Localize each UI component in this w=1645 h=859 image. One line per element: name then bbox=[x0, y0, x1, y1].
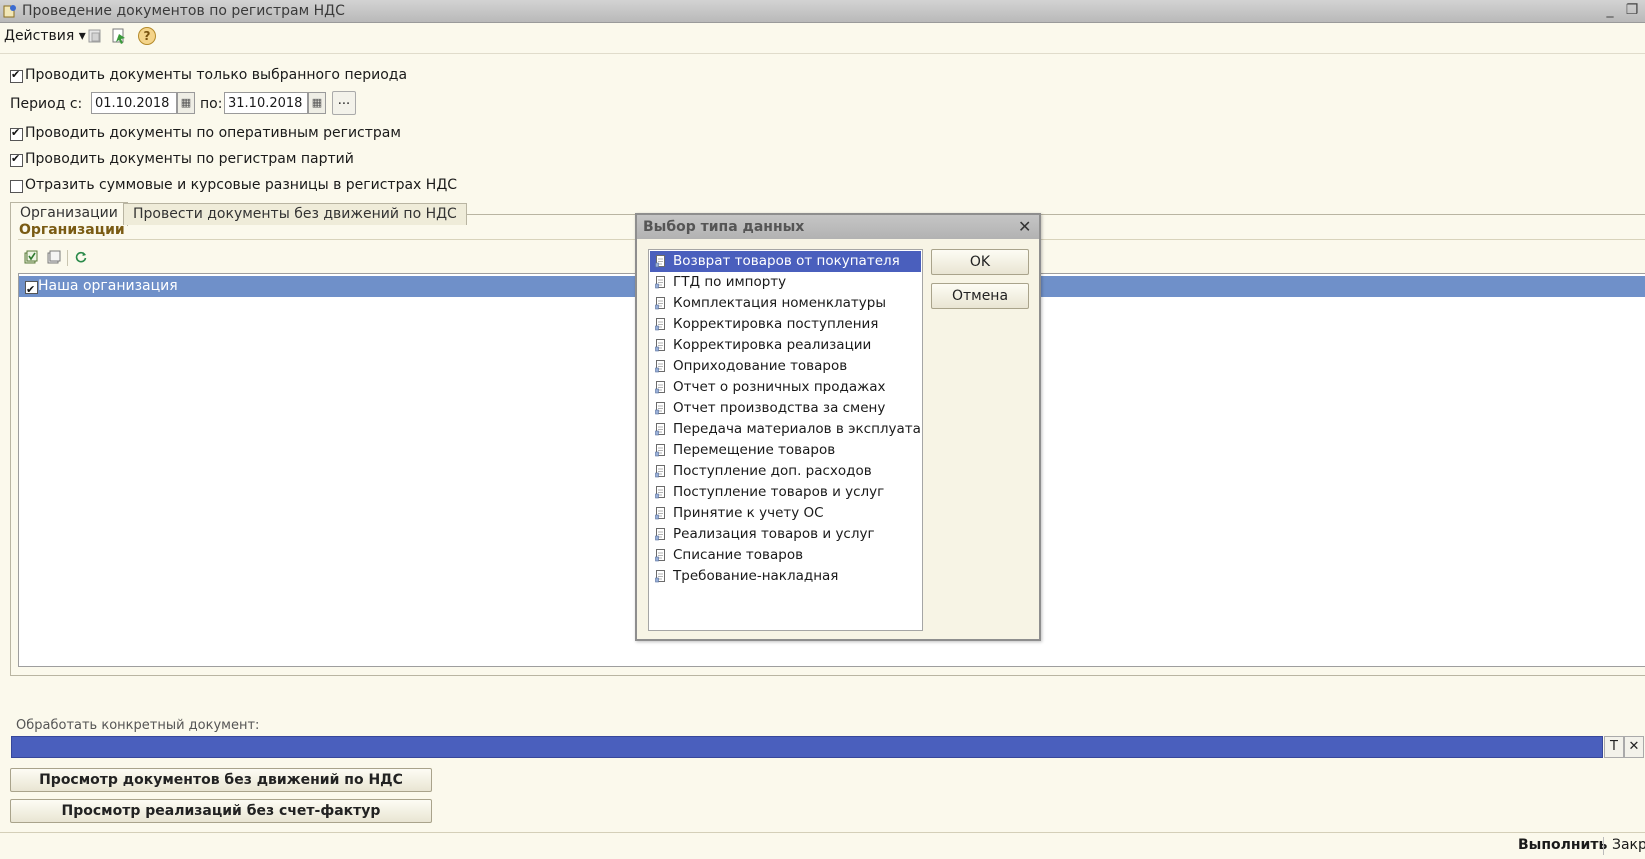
toolbar-separator bbox=[67, 250, 68, 266]
document-icon bbox=[655, 548, 667, 562]
document-label: Обработать конкретный документ: bbox=[16, 718, 260, 733]
title-bar: Проведение документов по регистрам НДС _… bbox=[0, 0, 1645, 23]
calendar-from-icon[interactable]: ▦ bbox=[177, 92, 195, 114]
document-icon bbox=[655, 464, 667, 478]
list-item[interactable]: Передача материалов в эксплуата... bbox=[650, 419, 921, 440]
section-title: Организации bbox=[19, 222, 125, 238]
list-item[interactable]: Комплектация номенклатуры bbox=[650, 293, 921, 314]
type-select-button[interactable]: T bbox=[1604, 736, 1624, 758]
actions-menu-label: Действия bbox=[4, 28, 75, 44]
period-to-label: по: bbox=[200, 96, 223, 112]
parties-label: Проводить документы по регистрам партий bbox=[25, 151, 354, 167]
list-item-label: Корректировка реализации bbox=[673, 337, 872, 353]
data-type-list[interactable]: Возврат товаров от покупателя ГТД по импо… bbox=[648, 249, 923, 631]
actions-menu[interactable]: Действия ▾ bbox=[4, 28, 86, 44]
list-item[interactable]: Оприходование товаров bbox=[650, 356, 921, 377]
list-item[interactable]: Поступление товаров и услуг bbox=[650, 482, 921, 503]
document-icon bbox=[655, 443, 667, 457]
dialog-title: Выбор типа данных bbox=[643, 219, 805, 235]
list-item-label: Требование-накладная bbox=[673, 568, 839, 584]
data-type-dialog: Выбор типа данных ✕ Возврат товаров от п… bbox=[635, 213, 1041, 641]
list-item-label: Списание товаров bbox=[673, 547, 804, 563]
uncheck-all-icon[interactable] bbox=[47, 250, 61, 264]
view-no-moves-button[interactable]: Просмотр документов без движений по НДС bbox=[10, 768, 432, 792]
list-item[interactable]: Принятие к учету ОС bbox=[650, 503, 921, 524]
document-icon bbox=[655, 401, 667, 415]
list-item[interactable]: ГТД по импорту bbox=[650, 272, 921, 293]
document-icon bbox=[655, 422, 667, 436]
document-icon bbox=[655, 485, 667, 499]
list-item[interactable]: Отчет производства за смену bbox=[650, 398, 921, 419]
clear-button[interactable]: ✕ bbox=[1624, 736, 1644, 758]
list-item[interactable]: Реализация товаров и услуг bbox=[650, 524, 921, 545]
view-no-invoice-button[interactable]: Просмотр реализаций без счет-фактур bbox=[10, 799, 432, 823]
list-item[interactable]: Перемещение товаров bbox=[650, 440, 921, 461]
list-item-label: Отчет о розничных продажах bbox=[673, 379, 886, 395]
list-item-label: Комплектация номенклатуры bbox=[673, 295, 886, 311]
document-icon bbox=[655, 569, 667, 583]
document-field[interactable] bbox=[11, 736, 1603, 758]
window-title: Проведение документов по регистрам НДС bbox=[22, 3, 345, 19]
command-bar: Действия ▾ ? bbox=[0, 23, 1645, 54]
list-item-label: Передача материалов в эксплуата... bbox=[673, 421, 921, 437]
parties-checkbox[interactable] bbox=[10, 152, 23, 167]
close-button[interactable]: Закр bbox=[1612, 837, 1645, 853]
cancel-button[interactable]: Отмена bbox=[931, 283, 1029, 309]
list-item[interactable]: Возврат товаров от покупателя bbox=[650, 251, 921, 272]
list-item-label: ГТД по импорту bbox=[673, 274, 787, 290]
tab-no-moves[interactable]: Провести документы без движений по НДС bbox=[123, 203, 467, 225]
print-icon[interactable] bbox=[86, 27, 104, 45]
diffs-label: Отразить суммовые и курсовые разницы в р… bbox=[25, 177, 458, 193]
list-item-label: Отчет производства за смену bbox=[673, 400, 886, 416]
execute-button[interactable]: Выполнить bbox=[1518, 837, 1607, 853]
only-period-checkbox[interactable] bbox=[10, 68, 23, 83]
document-icon bbox=[655, 338, 667, 352]
dialog-close-icon[interactable]: ✕ bbox=[1018, 217, 1031, 236]
only-period-label: Проводить документы только выбранного пе… bbox=[25, 67, 408, 83]
document-icon bbox=[655, 275, 667, 289]
operative-label: Проводить документы по оперативным регис… bbox=[25, 125, 401, 141]
check-all-icon[interactable] bbox=[24, 250, 38, 264]
minimize-icon[interactable]: _ bbox=[1602, 2, 1618, 18]
document-icon bbox=[655, 296, 667, 310]
footer-separator bbox=[1603, 837, 1604, 855]
period-from-label: Период с: bbox=[10, 96, 83, 112]
list-item[interactable]: Отчет о розничных продажах bbox=[650, 377, 921, 398]
document-icon bbox=[655, 506, 667, 520]
list-item[interactable]: Требование-накладная bbox=[650, 566, 921, 587]
list-item-label: Перемещение товаров bbox=[673, 442, 836, 458]
calendar-to-icon[interactable]: ▦ bbox=[308, 92, 326, 114]
list-item-label: Принятие к учету ОС bbox=[673, 505, 824, 521]
list-item-label: Корректировка поступления bbox=[673, 316, 879, 332]
period-from-field[interactable]: 01.10.2018 bbox=[91, 92, 177, 114]
list-item[interactable]: Корректировка реализации bbox=[650, 335, 921, 356]
document-icon bbox=[655, 527, 667, 541]
document-icon bbox=[655, 254, 667, 268]
save-settings-icon[interactable] bbox=[110, 27, 128, 45]
period-to-field[interactable]: 31.10.2018 bbox=[224, 92, 308, 114]
operative-checkbox[interactable] bbox=[10, 126, 23, 141]
document-icon bbox=[655, 317, 667, 331]
dialog-title-bar: Выбор типа данных ✕ bbox=[637, 215, 1039, 239]
list-item-label: Поступление доп. расходов bbox=[673, 463, 872, 479]
document-icon bbox=[655, 380, 667, 394]
period-select-button[interactable]: ... bbox=[332, 91, 356, 115]
diffs-checkbox[interactable] bbox=[10, 180, 23, 193]
list-item-label: Поступление товаров и услуг bbox=[673, 484, 885, 500]
list-item[interactable]: Корректировка поступления bbox=[650, 314, 921, 335]
app-icon bbox=[3, 5, 16, 18]
org-checkbox[interactable] bbox=[25, 279, 38, 300]
list-item-label: Оприходование товаров bbox=[673, 358, 848, 374]
org-name: Наша организация bbox=[38, 278, 178, 294]
list-item-label: Возврат товаров от покупателя bbox=[673, 253, 900, 269]
restore-icon[interactable]: ❐ bbox=[1624, 2, 1640, 18]
list-item[interactable]: Списание товаров bbox=[650, 545, 921, 566]
footer-bar: Выполнить Закр bbox=[0, 832, 1645, 859]
refresh-icon[interactable] bbox=[74, 250, 88, 264]
document-icon bbox=[655, 359, 667, 373]
list-item[interactable]: Поступление доп. расходов bbox=[650, 461, 921, 482]
help-icon[interactable]: ? bbox=[138, 27, 156, 45]
ok-button[interactable]: OK bbox=[931, 249, 1029, 275]
list-item-label: Реализация товаров и услуг bbox=[673, 526, 875, 542]
